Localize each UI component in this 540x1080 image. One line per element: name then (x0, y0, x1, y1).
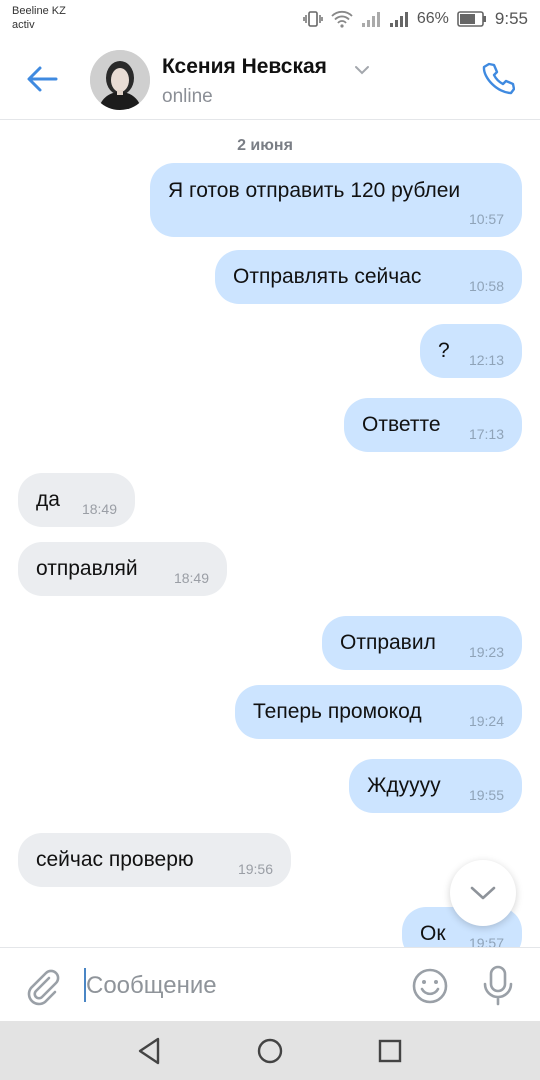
message-composer: Сообщение (0, 947, 540, 1021)
message-input[interactable]: Сообщение (84, 966, 384, 1006)
status-icons: 66% 9:55 (303, 8, 528, 30)
square-recent-icon (378, 1039, 402, 1063)
message-list[interactable]: 2 июня Я готов отправить 120 рублеи 10:5… (0, 121, 540, 947)
message-time: 19:24 (468, 713, 504, 729)
message-bubble-incoming[interactable]: сейчас проверю 19:56 (18, 833, 291, 887)
signal-icon-2 (389, 10, 409, 28)
chevron-down-icon[interactable] (354, 62, 370, 80)
message-time: 19:56 (237, 861, 273, 877)
message-time: 17:13 (468, 426, 504, 442)
voice-message-button[interactable] (480, 964, 516, 1006)
message-text: Ждуууу (367, 774, 441, 797)
message-text: отправляй (36, 557, 138, 580)
carrier-subname: activ (12, 19, 35, 31)
message-bubble-outgoing[interactable]: Ответте 17:13 (344, 398, 522, 452)
message-time: 18:49 (81, 501, 117, 517)
scroll-to-bottom-button[interactable] (450, 860, 516, 926)
emoji-button[interactable] (410, 966, 450, 1006)
message-text: сейчас проверю (36, 848, 194, 871)
microphone-icon (483, 965, 513, 1006)
message-text: ? (438, 339, 450, 362)
message-bubble-outgoing[interactable]: Отправил 19:23 (322, 616, 522, 670)
battery-icon (457, 11, 487, 27)
status-bar: Beeline KZ activ 66% 9:55 (0, 0, 540, 38)
vibrate-icon (303, 10, 323, 28)
carrier-info: Beeline KZ activ (12, 4, 66, 32)
attach-button[interactable] (22, 966, 62, 1006)
message-time: 19:57 (468, 935, 504, 947)
system-navigation-bar (0, 1021, 540, 1080)
emoji-icon (412, 968, 448, 1004)
contact-status: online (162, 86, 213, 107)
message-text: Ок (420, 922, 446, 945)
call-button[interactable] (478, 58, 518, 98)
message-text: Ответте (362, 413, 441, 436)
circle-home-icon (257, 1038, 283, 1064)
message-input-placeholder: Сообщение (86, 972, 217, 999)
message-bubble-outgoing[interactable]: Отправлять сейчас 10:58 (215, 250, 522, 304)
message-text: да (36, 488, 60, 511)
nav-home-button[interactable] (254, 1035, 286, 1067)
nav-back-button[interactable] (134, 1035, 166, 1067)
triangle-back-icon (138, 1037, 160, 1065)
battery-percent: 66% (416, 10, 449, 27)
message-bubble-outgoing[interactable]: Я готов отправить 120 рублеи 10:57 (150, 163, 522, 237)
back-button[interactable] (22, 62, 62, 96)
chevron-down-icon (470, 886, 496, 900)
message-time: 19:23 (468, 644, 504, 660)
chat-header: Ксения Невская online (0, 38, 540, 120)
message-time: 10:57 (468, 211, 504, 227)
paperclip-icon (27, 969, 60, 1006)
date-separator: 2 июня (237, 137, 293, 154)
message-time: 18:49 (173, 570, 209, 586)
message-bubble-incoming[interactable]: да 18:49 (18, 473, 135, 527)
avatar[interactable] (90, 50, 150, 110)
message-time: 12:13 (468, 352, 504, 368)
nav-recent-apps-button[interactable] (374, 1035, 406, 1067)
back-arrow-icon (27, 66, 58, 92)
wifi-icon (331, 10, 353, 28)
phone-icon (482, 62, 515, 95)
message-text: Теперь промокод (253, 700, 422, 723)
message-time: 10:58 (468, 278, 504, 294)
signal-icon (361, 10, 381, 28)
message-text: Я готов отправить 120 рублеи (168, 179, 461, 202)
message-bubble-outgoing[interactable]: Теперь промокод 19:24 (235, 685, 522, 739)
message-bubble-incoming[interactable]: отправляй 18:49 (18, 542, 227, 596)
message-text: Отправил (340, 631, 436, 654)
message-text: Отправлять сейчас (233, 265, 422, 288)
contact-name[interactable]: Ксения Невская (162, 55, 327, 79)
message-bubble-outgoing[interactable]: ? 12:13 (420, 324, 522, 378)
carrier-name: Beeline KZ (12, 5, 66, 17)
clock: 9:55 (494, 9, 528, 28)
message-bubble-outgoing[interactable]: Ждуууу 19:55 (349, 759, 522, 813)
message-time: 19:55 (468, 787, 504, 803)
